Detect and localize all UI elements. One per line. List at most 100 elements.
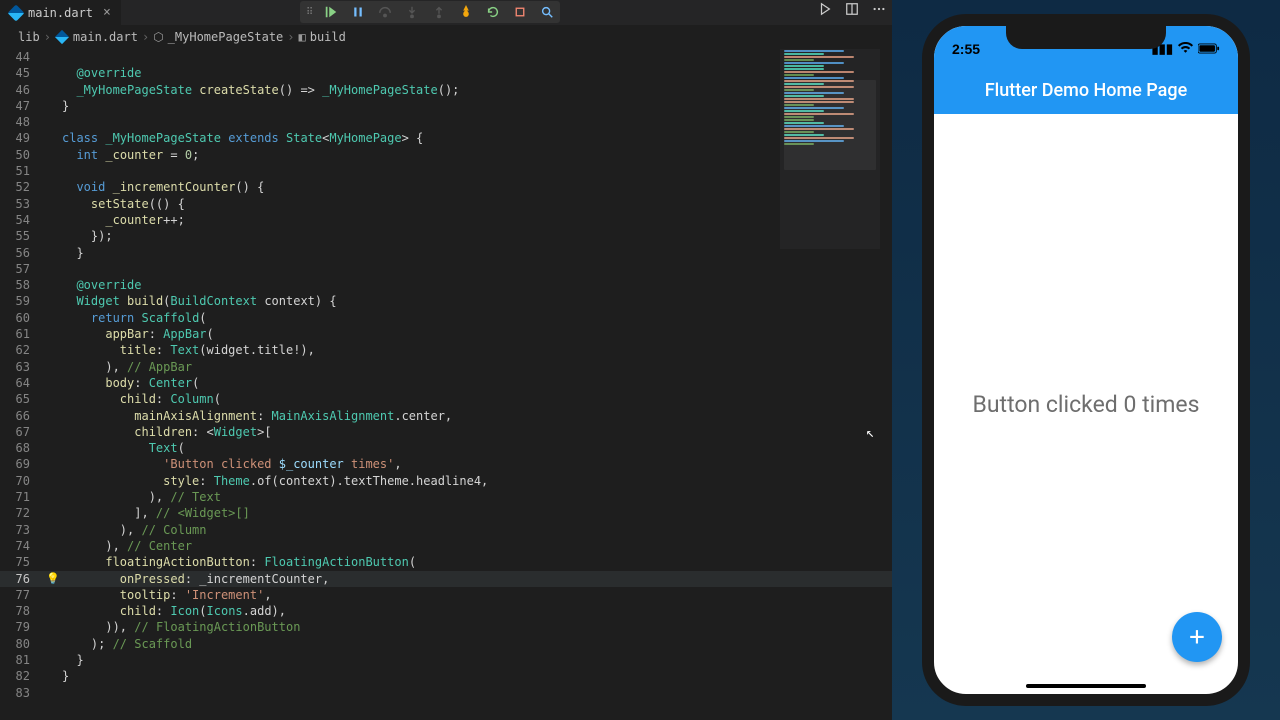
code-source[interactable]: title: Text(widget.title!),	[44, 342, 315, 358]
code-line[interactable]: 59 Widget build(BuildContext context) {	[0, 293, 892, 309]
code-source[interactable]	[44, 685, 62, 701]
code-line[interactable]: 76💡 onPressed: _incrementCounter,	[0, 571, 892, 587]
code-source[interactable]: Widget build(BuildContext context) {	[44, 293, 337, 309]
code-line[interactable]: 61 appBar: AppBar(	[0, 326, 892, 342]
code-line[interactable]: 60 return Scaffold(	[0, 310, 892, 326]
continue-icon[interactable]	[324, 5, 338, 19]
code-line[interactable]: 72 ], // <Widget>[]	[0, 505, 892, 521]
code-source[interactable]	[44, 163, 62, 179]
code-source[interactable]: int _counter = 0;	[44, 147, 199, 163]
code-line[interactable]: 63 ), // AppBar	[0, 359, 892, 375]
code-source[interactable]: tooltip: 'Increment',	[44, 587, 272, 603]
run-icon[interactable]	[818, 2, 832, 16]
code-line[interactable]: 45 @override	[0, 65, 892, 81]
code-line[interactable]: 54 _counter++;	[0, 212, 892, 228]
grip-icon[interactable]: ⠿	[306, 7, 311, 18]
code-line[interactable]: 80 ); // Scaffold	[0, 636, 892, 652]
code-line[interactable]: 70 style: Theme.of(context).textTheme.he…	[0, 473, 892, 489]
code-source[interactable]: });	[44, 228, 113, 244]
breadcrumb-file[interactable]: main.dart	[73, 30, 138, 44]
code-line[interactable]: 64 body: Center(	[0, 375, 892, 391]
code-source[interactable]: child: Icon(Icons.add),	[44, 603, 286, 619]
code-source[interactable]: }	[44, 245, 84, 261]
code-source[interactable]: style: Theme.of(context).textTheme.headl…	[44, 473, 488, 489]
code-source[interactable]: mainAxisAlignment: MainAxisAlignment.cen…	[44, 408, 452, 424]
more-icon[interactable]	[872, 2, 886, 16]
code-source[interactable]: }	[44, 652, 84, 668]
code-line[interactable]: 73 ), // Column	[0, 522, 892, 538]
code-line[interactable]: 44	[0, 49, 892, 65]
code-line[interactable]: 47}	[0, 98, 892, 114]
code-line[interactable]: 65 child: Column(	[0, 391, 892, 407]
code-line[interactable]: 50 int _counter = 0;	[0, 147, 892, 163]
code-source[interactable]: ), // Text	[44, 489, 221, 505]
breadcrumb-method[interactable]: build	[310, 30, 346, 44]
code-source[interactable]: onPressed: _incrementCounter,	[44, 571, 329, 587]
hot-reload-icon[interactable]	[459, 5, 473, 19]
code-source[interactable]: }	[44, 668, 69, 684]
code-source[interactable]: return Scaffold(	[44, 310, 207, 326]
code-line[interactable]: 58 @override	[0, 277, 892, 293]
code-line[interactable]: 66 mainAxisAlignment: MainAxisAlignment.…	[0, 408, 892, 424]
code-source[interactable]: ], // <Widget>[]	[44, 505, 250, 521]
code-source[interactable]: ), // Center	[44, 538, 192, 554]
code-area[interactable]: 4445 @override46 _MyHomePageState create…	[0, 49, 892, 720]
code-line[interactable]: 49class _MyHomePageState extends State<M…	[0, 130, 892, 146]
restart-icon[interactable]	[486, 5, 500, 19]
code-source[interactable]	[44, 114, 62, 130]
breadcrumb[interactable]: lib › main.dart › ⬡ _MyHomePageState › ◧…	[0, 25, 892, 49]
code-source[interactable]: _counter++;	[44, 212, 185, 228]
tab-main-dart[interactable]: main.dart ×	[0, 0, 121, 25]
code-source[interactable]: child: Column(	[44, 391, 221, 407]
code-line[interactable]: 51	[0, 163, 892, 179]
code-source[interactable]: class _MyHomePageState extends State<MyH…	[44, 130, 423, 146]
pause-icon[interactable]	[351, 5, 365, 19]
code-line[interactable]: 79 )), // FloatingActionButton	[0, 619, 892, 635]
code-line[interactable]: 71 ), // Text	[0, 489, 892, 505]
code-source[interactable]: 'Button clicked $_counter times',	[44, 456, 402, 472]
code-source[interactable]: floatingActionButton: FloatingActionButt…	[44, 554, 416, 570]
code-source[interactable]: children: <Widget>[	[44, 424, 272, 440]
code-line[interactable]: 48	[0, 114, 892, 130]
code-source[interactable]: Text(	[44, 440, 185, 456]
code-source[interactable]: _MyHomePageState createState() => _MyHom…	[44, 82, 459, 98]
code-line[interactable]: 55 });	[0, 228, 892, 244]
code-line[interactable]: 77 tooltip: 'Increment',	[0, 587, 892, 603]
code-source[interactable]	[44, 261, 62, 277]
code-line[interactable]: 53 setState(() {	[0, 196, 892, 212]
code-source[interactable]: body: Center(	[44, 375, 199, 391]
code-line[interactable]: 81 }	[0, 652, 892, 668]
stop-icon[interactable]	[513, 5, 527, 19]
minimap[interactable]	[780, 49, 880, 249]
code-line[interactable]: 57	[0, 261, 892, 277]
step-out-icon[interactable]	[432, 5, 446, 19]
code-line[interactable]: 74 ), // Center	[0, 538, 892, 554]
magnifier-icon[interactable]	[540, 5, 554, 19]
code-source[interactable]: appBar: AppBar(	[44, 326, 214, 342]
code-line[interactable]: 83	[0, 685, 892, 701]
code-line[interactable]: 56 }	[0, 245, 892, 261]
fab-button[interactable]: +	[1172, 612, 1222, 662]
code-line[interactable]: 62 title: Text(widget.title!),	[0, 342, 892, 358]
code-source[interactable]: }	[44, 98, 69, 114]
code-source[interactable]: ), // Column	[44, 522, 207, 538]
split-editor-icon[interactable]	[845, 2, 859, 16]
code-line[interactable]: 67 children: <Widget>[	[0, 424, 892, 440]
code-source[interactable]: )), // FloatingActionButton	[44, 619, 300, 635]
debug-toolbar[interactable]: ⠿	[300, 1, 560, 23]
code-line[interactable]: 69 'Button clicked $_counter times',	[0, 456, 892, 472]
code-source[interactable]: setState(() {	[44, 196, 185, 212]
code-source[interactable]	[44, 49, 62, 65]
code-line[interactable]: 75 floatingActionButton: FloatingActionB…	[0, 554, 892, 570]
code-source[interactable]: ), // AppBar	[44, 359, 192, 375]
code-source[interactable]: @override	[44, 65, 141, 81]
step-into-icon[interactable]	[405, 5, 419, 19]
breadcrumb-folder[interactable]: lib	[18, 30, 40, 44]
code-line[interactable]: 82}	[0, 668, 892, 684]
close-icon[interactable]: ×	[103, 5, 111, 20]
code-source[interactable]: ); // Scaffold	[44, 636, 192, 652]
code-source[interactable]: void _incrementCounter() {	[44, 179, 264, 195]
code-source[interactable]: @override	[44, 277, 141, 293]
code-line[interactable]: 52 void _incrementCounter() {	[0, 179, 892, 195]
code-line[interactable]: 78 child: Icon(Icons.add),	[0, 603, 892, 619]
